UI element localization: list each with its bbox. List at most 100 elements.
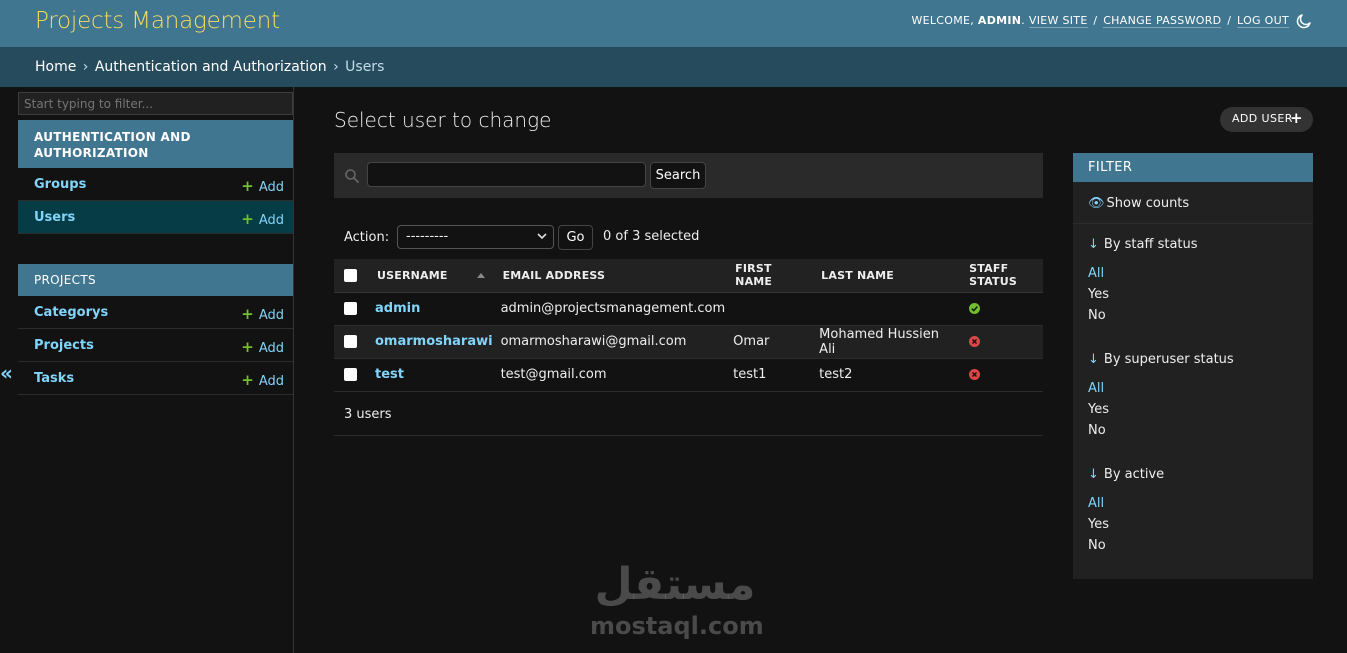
add-project-link[interactable]: + Add: [241, 338, 284, 356]
sidebar-item-label[interactable]: Users: [34, 210, 75, 225]
show-counts-link[interactable]: 👁 Show counts: [1088, 196, 1189, 211]
staff-status-cell: [959, 358, 1043, 392]
sidebar-filter-input[interactable]: [18, 92, 293, 115]
sidebar-item-label[interactable]: Groups: [34, 177, 86, 192]
search-input[interactable]: [367, 162, 646, 187]
sidebar-item-label[interactable]: Categorys: [34, 305, 108, 320]
breadcrumb-app[interactable]: Authentication and Authorization: [95, 59, 327, 75]
select-all-cell: [334, 259, 367, 293]
filter-title-label: By staff status: [1103, 237, 1198, 252]
plus-icon: +: [241, 371, 254, 389]
add-link-label: Add: [258, 341, 284, 356]
plus-icon: +: [241, 177, 254, 195]
table-row: test test@gmail.com test1 test2: [334, 358, 1043, 392]
app-caption-projects[interactable]: PROJECTS: [18, 264, 293, 296]
eye-icon: 👁: [1088, 196, 1105, 211]
column-header-email[interactable]: EMAIL ADDRESS: [492, 259, 726, 293]
column-header-label: USERNAME: [377, 268, 448, 282]
app-caption-line: AUTHENTICATION AND: [34, 130, 191, 144]
divider: [1073, 223, 1313, 224]
column-header-username[interactable]: USERNAME: [367, 259, 493, 293]
filter-group-title[interactable]: ↓ By staff status: [1088, 237, 1303, 252]
add-user-link[interactable]: + Add: [241, 210, 284, 228]
action-select-value: ---------: [406, 229, 449, 244]
last-name-cell: [811, 292, 960, 326]
email-cell: test@gmail.com: [492, 358, 726, 392]
filter-choice-no[interactable]: No: [1088, 423, 1303, 438]
log-out-link[interactable]: LOG OUT: [1237, 14, 1289, 28]
breadcrumb-home[interactable]: Home: [35, 59, 76, 75]
row-checkbox[interactable]: [344, 302, 357, 315]
username-link[interactable]: admin: [375, 301, 420, 316]
check-circle-icon: [969, 303, 981, 314]
select-all-checkbox[interactable]: [344, 269, 357, 282]
change-password-link[interactable]: CHANGE PASSWORD: [1103, 14, 1222, 28]
row-checkbox[interactable]: [344, 335, 357, 348]
row-checkbox[interactable]: [344, 368, 357, 381]
current-username: ADMIN: [977, 14, 1022, 27]
add-link-label: Add: [258, 374, 284, 389]
search-icon: [345, 169, 359, 183]
row-select-cell: [334, 325, 367, 359]
add-user-button[interactable]: ADD USER +: [1220, 107, 1313, 132]
sidebar-item-groups: Groups + Add: [18, 168, 293, 201]
column-header-first-name[interactable]: FIRST NAME: [725, 259, 812, 293]
sort-asc-icon[interactable]: [476, 273, 485, 278]
filter-choice-no[interactable]: No: [1088, 308, 1303, 323]
filter-choice-yes[interactable]: Yes: [1088, 517, 1303, 532]
breadcrumb-separator: ›: [82, 59, 89, 75]
filter-group-title[interactable]: ↓ By active: [1088, 467, 1303, 482]
first-name-cell: test1: [725, 358, 812, 392]
toggle-sidebar-button[interactable]: «: [0, 361, 13, 385]
column-header-last-name[interactable]: LAST NAME: [811, 259, 960, 293]
moon-icon[interactable]: [1295, 12, 1313, 30]
sidebar-item-users: Users + Add: [18, 201, 293, 234]
breadcrumb-separator: ›: [333, 59, 339, 75]
user-tools: WELCOME, ADMIN. VIEW SITE / CHANGE PASSW…: [911, 14, 1289, 28]
filter-choice-yes[interactable]: Yes: [1088, 287, 1303, 302]
filter-choice-all[interactable]: All: [1088, 381, 1303, 396]
username-link[interactable]: omarmosharawi: [375, 334, 493, 349]
filter-group-superuser-status: ↓ By superuser status All Yes No: [1088, 352, 1303, 438]
email-cell: omarmosharawi@gmail.com: [492, 325, 726, 359]
first-name-cell: Omar: [725, 325, 812, 359]
plus-icon: +: [1290, 109, 1303, 127]
last-name-cell: Mohamed Hussien Ali: [811, 325, 960, 359]
action-select[interactable]: ---------: [397, 225, 554, 249]
page-title: Select user to change: [334, 108, 552, 132]
site-branding[interactable]: Projects Management: [35, 8, 280, 34]
sidebar-item-label[interactable]: Projects: [34, 338, 94, 353]
action-label: Action:: [344, 230, 390, 245]
username-cell: omarmosharawi: [367, 325, 493, 359]
view-site-link[interactable]: VIEW SITE: [1028, 14, 1088, 28]
username-link[interactable]: test: [375, 367, 404, 382]
app-caption-auth[interactable]: AUTHENTICATION AND AUTHORIZATION: [18, 120, 293, 168]
go-button[interactable]: Go: [558, 225, 593, 250]
add-link-label: Add: [258, 180, 284, 195]
row-select-cell: [334, 358, 367, 392]
site-header: Projects Management WELCOME, ADMIN. VIEW…: [0, 0, 1347, 47]
filter-choice-yes[interactable]: Yes: [1088, 402, 1303, 417]
username-cell: test: [367, 358, 493, 392]
plus-icon: +: [241, 338, 254, 356]
app-caption-line: AUTHORIZATION: [34, 146, 149, 160]
filter-group-title[interactable]: ↓ By superuser status: [1088, 352, 1303, 367]
chevron-down-icon: [537, 233, 547, 240]
add-group-link[interactable]: + Add: [241, 177, 284, 195]
add-category-link[interactable]: + Add: [241, 305, 284, 323]
filter-panel: FILTER 👁 Show counts ↓ By staff status All…: [1073, 153, 1313, 579]
filter-choice-all[interactable]: All: [1088, 266, 1303, 281]
breadcrumb: Home › Authentication and Authorization …: [0, 47, 1347, 87]
breadcrumb-current: Users: [345, 59, 385, 75]
actions-bar: Action: --------- Go 0 of 3 selected: [334, 222, 1043, 252]
search-button[interactable]: Search: [650, 162, 706, 189]
sidebar-item-label[interactable]: Tasks: [34, 371, 74, 386]
last-name-cell: test2: [811, 358, 960, 392]
add-user-label: ADD USER: [1232, 112, 1293, 125]
filter-choice-all[interactable]: All: [1088, 496, 1303, 511]
filter-choice-no[interactable]: No: [1088, 538, 1303, 553]
column-header-staff-status[interactable]: STAFF STATUS: [959, 259, 1043, 293]
arrow-down-icon: ↓: [1088, 467, 1099, 482]
add-task-link[interactable]: + Add: [241, 371, 284, 389]
mostaql-watermark: مستقل mostaql.com: [590, 560, 764, 645]
